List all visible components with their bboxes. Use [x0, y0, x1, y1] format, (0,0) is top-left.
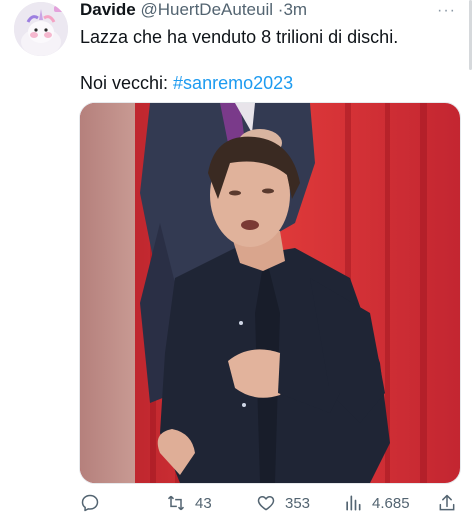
views-icon — [346, 495, 361, 511]
reply-button[interactable] — [80, 490, 109, 516]
retweet-icon — [167, 495, 185, 511]
tweet-text-line2: Noi vecchi: #sanremo2023 — [80, 72, 450, 95]
like-button[interactable]: 353 — [256, 490, 310, 516]
tweet-header: Davide @HuertDeAuteuil ·3m — [80, 0, 307, 22]
more-icon[interactable]: ··· — [437, 2, 456, 20]
scrollbar[interactable] — [469, 0, 472, 70]
views-count: 4.685 — [372, 494, 410, 512]
tweet-text-prefix: Noi vecchi: — [80, 73, 174, 93]
like-count: 353 — [285, 494, 311, 512]
hashtag-link[interactable]: #sanremo2023 — [173, 73, 293, 93]
author-name[interactable]: Davide — [80, 0, 136, 19]
tweet-time[interactable]: 3m — [283, 0, 307, 19]
share-button[interactable] — [437, 490, 457, 516]
retweet-count: 43 — [195, 494, 212, 512]
tweet-text-line1: Lazza che ha venduto 8 trilioni di disch… — [80, 27, 399, 47]
tweet-media-image[interactable] — [79, 102, 461, 484]
views-button[interactable]: 4.685 — [343, 490, 410, 516]
retweet-button[interactable]: 43 — [166, 490, 212, 516]
avatar-unicorn-image — [14, 2, 68, 56]
author-handle[interactable]: @HuertDeAuteuil — [140, 0, 273, 19]
avatar[interactable] — [14, 2, 68, 56]
action-bar: 43 353 4.685 — [0, 490, 474, 520]
reply-icon — [81, 494, 99, 512]
like-icon — [257, 496, 275, 511]
tweet-text: Lazza che ha venduto 8 trilioni di disch… — [80, 26, 450, 95]
tweet-card[interactable]: Davide @HuertDeAuteuil ·3m ··· Lazza che… — [0, 0, 474, 530]
media-photo — [80, 103, 460, 483]
share-icon — [439, 494, 455, 511]
